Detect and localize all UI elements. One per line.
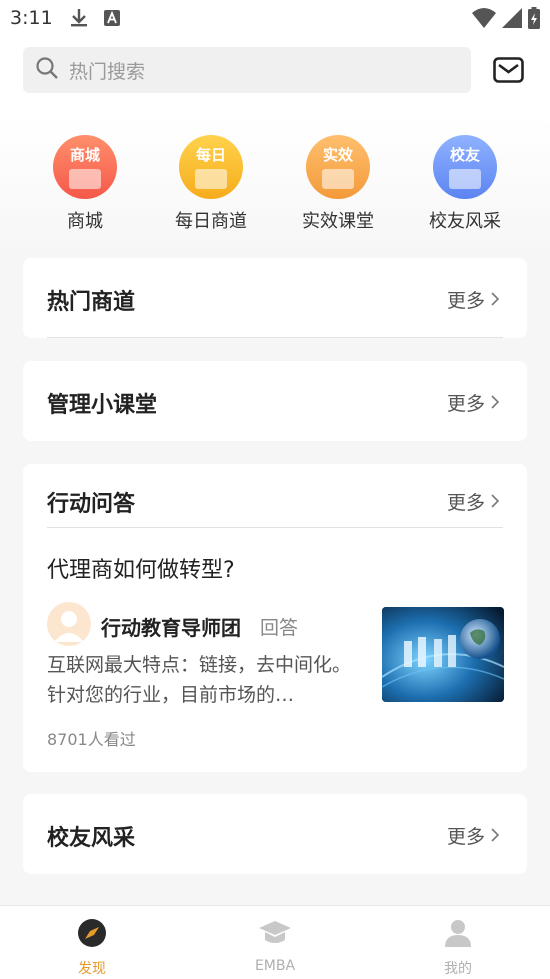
app-notification-icon [104,10,120,30]
qa-section-card: 行动问答 更多 代理商如何做转型? 行动教育导师团 回答 互联网最大特点：链接，… [23,464,527,772]
section-title: 校友风采 [47,826,136,851]
signal-icon [502,8,522,32]
class-icon-text: 实效 [322,146,353,164]
qa-thumbnail-image [382,607,504,702]
book-icon: 实效 [306,135,370,199]
status-bar: 3:11 [0,0,550,38]
qa-view-count: 8701人看过 [47,730,136,749]
alumni-more-link[interactable]: 更多 [446,822,500,849]
category-label: 每日商道 [175,211,247,232]
category-grid: 商城 商城 每日 每日商道 实效 实效课堂 校友 校友风采 [0,132,550,242]
section-title: 行动问答 [47,492,136,517]
more-label: 更多 [446,492,485,514]
tab-emba[interactable]: EMBA [215,918,335,974]
more-label: 更多 [446,290,485,312]
message-button[interactable] [493,57,524,87]
category-class[interactable]: 实效 实效课堂 [278,132,398,233]
category-mall[interactable]: 商城 商城 [25,132,145,233]
search-input[interactable]: 热门搜索 [23,47,471,93]
chevron-right-icon [491,491,500,513]
category-label: 校友风采 [429,211,501,232]
qa-answer-tag: 回答 [260,617,299,639]
daily-calendar-icon: 每日 [179,135,243,199]
section-title: 热门商道 [47,290,136,315]
compass-icon [32,918,152,952]
qa-question: 代理商如何做转型? [47,558,235,583]
daily-icon-text: 每日 [195,146,226,164]
chevron-right-icon [491,289,500,311]
user-icon [398,918,518,952]
class-more-link[interactable]: 更多 [446,389,500,416]
more-label: 更多 [446,393,485,415]
tab-label: 我的 [444,961,472,977]
tab-label: 发现 [78,961,106,977]
more-label: 更多 [446,826,485,848]
alumni-section-card: 校友风采 更多 [23,794,527,874]
star-badge-icon: 校友 [433,135,497,199]
hot-section-card: 热门商道 更多 [23,258,527,338]
hot-more-link[interactable]: 更多 [446,286,500,313]
search-icon [23,56,59,84]
mall-icon: 商城 [53,135,117,199]
alumni-icon-text: 校友 [449,146,480,164]
chevron-right-icon [491,392,500,414]
category-label: 实效课堂 [302,211,374,232]
qa-more-link[interactable]: 更多 [446,488,500,515]
divider [47,527,503,528]
qa-author: 行动教育导师团 [101,616,241,640]
search-placeholder: 热门搜索 [69,60,146,83]
chevron-right-icon [491,825,500,847]
tab-discover[interactable]: 发现 [32,918,152,978]
qa-snippet: 互联网最大特点：链接，去中间化。针对您的行业，目前市场的… [47,654,352,706]
divider [47,337,503,338]
tab-label: EMBA [254,958,296,974]
bottom-nav: 发现 EMBA 我的 [0,905,550,979]
tab-mine[interactable]: 我的 [398,918,518,978]
graduation-cap-icon [215,918,335,952]
category-alumni[interactable]: 校友 校友风采 [405,132,525,233]
category-label: 商城 [67,211,103,232]
class-section-card: 管理小课堂 更多 [23,361,527,441]
battery-icon [528,7,540,33]
mail-icon [493,57,524,87]
status-time: 3:11 [10,7,53,29]
wifi-icon [472,8,496,32]
download-icon [70,8,88,32]
mall-icon-text: 商城 [69,146,100,164]
avatar [47,602,91,646]
category-daily[interactable]: 每日 每日商道 [151,132,271,233]
section-title: 管理小课堂 [47,393,158,418]
